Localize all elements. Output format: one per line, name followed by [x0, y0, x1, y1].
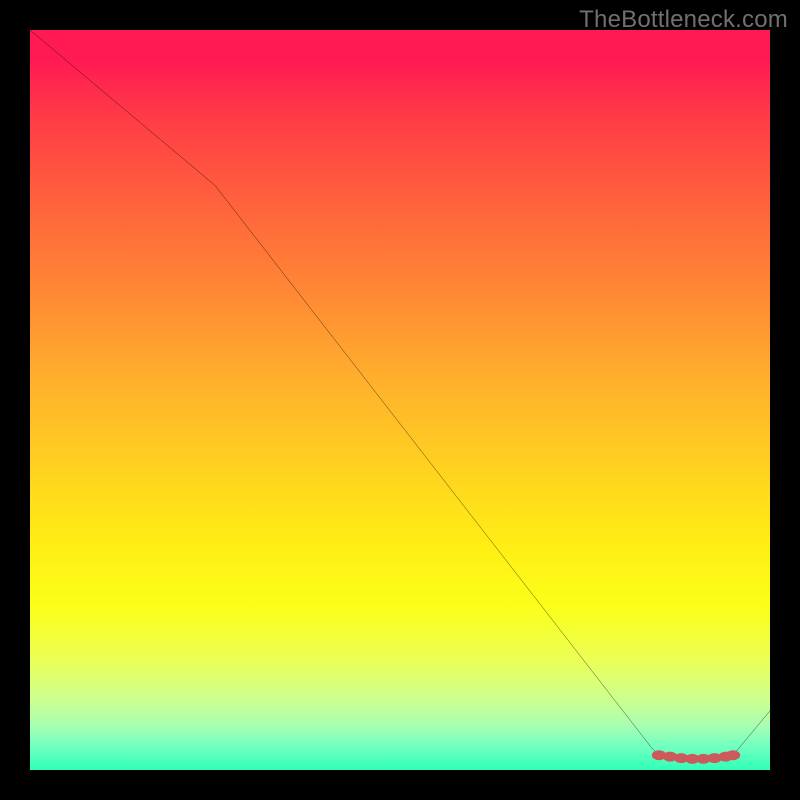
plot-area	[30, 30, 770, 770]
chart-frame: TheBottleneck.com	[0, 0, 800, 800]
curve-line	[30, 30, 770, 760]
line-series	[30, 30, 770, 760]
chart-svg	[30, 30, 770, 770]
marker-group	[652, 751, 739, 764]
watermark-text: TheBottleneck.com	[579, 6, 788, 34]
marker-dot	[726, 751, 739, 760]
